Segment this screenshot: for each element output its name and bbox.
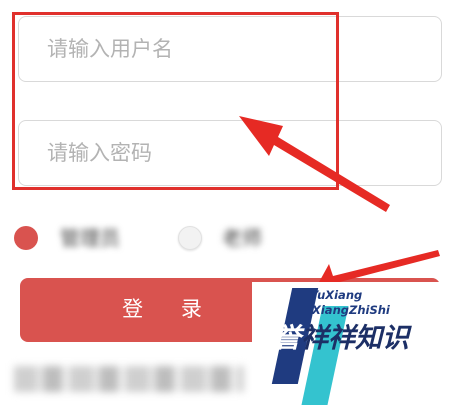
role-teacher-label: 老师 <box>222 226 262 250</box>
watermark-char-5: 识 <box>382 323 409 354</box>
watermark-char-3: 祥 <box>328 323 355 354</box>
watermark-chinese-text: 誉祥祥知识 <box>274 318 409 360</box>
login-screen: 管理员 老师 登 录 YuXiang XiangZhiShi 誉祥祥知识 <box>0 0 463 405</box>
watermark-char-4: 知 <box>355 323 382 354</box>
role-teacher-radio[interactable] <box>178 226 202 250</box>
watermark-char-2: 祥 <box>301 323 328 354</box>
role-manager-label: 管理员 <box>60 226 120 250</box>
role-selector: 管理员 老师 <box>0 226 463 250</box>
annotation-highlight-box <box>12 12 339 190</box>
watermark-logo: YuXiang XiangZhiShi 誉祥祥知识 <box>252 282 463 405</box>
watermark-line-2: XiangZhiShi <box>312 303 390 317</box>
role-manager-radio[interactable] <box>14 226 38 250</box>
watermark-char-1: 誉 <box>274 323 301 354</box>
blurred-footer-link <box>14 366 244 392</box>
watermark-line-1: YuXiang <box>310 288 363 302</box>
